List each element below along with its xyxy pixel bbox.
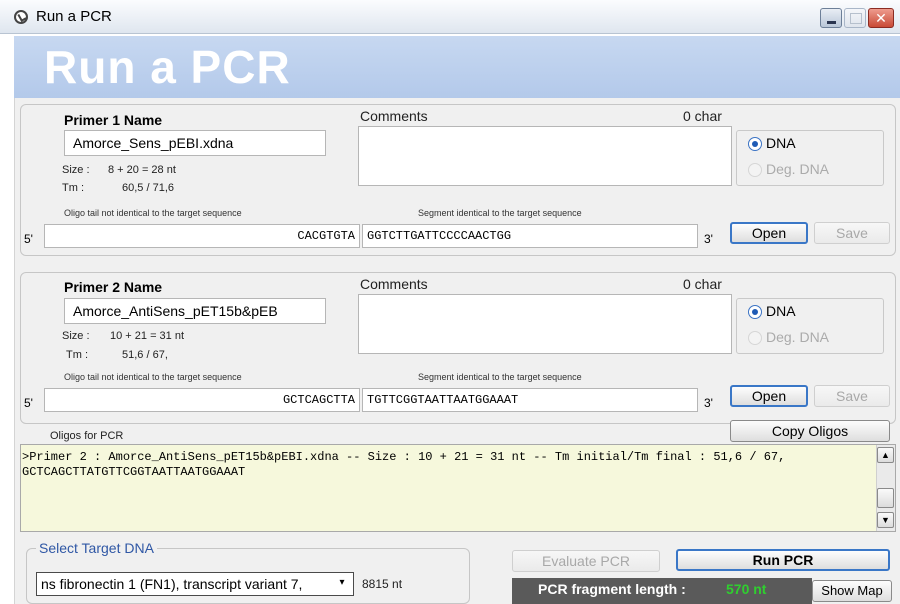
primer1-char-count: 0 char [683,108,722,124]
primer1-comments-label: Comments [360,108,428,124]
primer1-size-value: 8 + 20 = 28 nt [108,164,176,176]
primer2-tail-sequence[interactable]: GCTCAGCTTA [44,388,360,412]
app-icon [14,10,28,24]
primer2-dna-radio[interactable] [748,305,762,319]
primer1-deg-dna-radio[interactable] [748,163,762,177]
primer2-comments-label: Comments [360,276,428,292]
primer1-name-field[interactable]: Amorce_Sens_pEBI.xdna [64,130,326,156]
primer2-segment-sequence[interactable]: TGTTCGGTAATTAATGGAAAT [362,388,698,412]
scroll-thumb[interactable] [877,488,894,508]
primer2-char-count: 0 char [683,276,722,292]
target-dna-select[interactable]: ns fibronectin 1 (FN1), transcript varia… [36,572,354,596]
primer2-tm-label: Tm : [66,349,88,361]
copy-oligos-button[interactable]: Copy Oligos [730,420,890,442]
primer1-tail-sequence[interactable]: CACGTGTA [44,224,360,248]
primer2-open-button[interactable]: Open [730,385,808,407]
show-map-button[interactable]: Show Map [812,580,892,602]
maximize-button[interactable] [844,8,866,28]
primer2-dna-label: DNA [766,303,796,319]
primer2-deg-dna-label: Deg. DNA [766,329,830,345]
run-pcr-button[interactable]: Run PCR [676,549,890,571]
minimize-button[interactable] [820,8,842,28]
primer2-size-value: 10 + 21 = 31 nt [110,330,185,342]
primer2-name-field[interactable]: Amorce_AntiSens_pET15b&pEB [64,298,326,324]
primer2-name-label: Primer 2 Name [64,279,163,295]
primer1-five-prime: 5' [24,232,33,246]
primer2-size-label: Size : [62,330,90,342]
oligos-label: Oligos for PCR [50,430,124,442]
scroll-up-icon[interactable]: ▲ [877,447,894,463]
primer1-comments-box[interactable] [358,126,732,186]
primer1-tm-value: 60,5 / 71,6 [122,182,174,194]
primer1-deg-dna-label: Deg. DNA [766,161,830,177]
primer1-tm-label: Tm : [62,182,84,194]
fragment-length-value: 570 nt [726,581,767,597]
primer1-segment-caption: Segment identical to the target sequence [418,208,582,218]
primer1-three-prime: 3' [704,232,713,246]
title-bar [0,0,900,34]
primer2-five-prime: 5' [24,396,33,410]
banner-title: Run a PCR [44,41,291,93]
close-button[interactable]: ✕ [868,8,894,28]
primer2-save-button[interactable]: Save [814,385,890,407]
primer2-tail-caption: Oligo tail not identical to the target s… [64,372,242,382]
primer2-tm-value: 51,6 / 67, [122,349,168,361]
primer1-dna-label: DNA [766,135,796,151]
primer1-open-button[interactable]: Open [730,222,808,244]
primer2-deg-dna-radio[interactable] [748,331,762,345]
scroll-down-icon[interactable]: ▼ [877,512,894,528]
fragment-length-label: PCR fragment length : [538,581,686,597]
primer2-three-prime: 3' [704,396,713,410]
target-dna-size: 8815 nt [362,577,403,591]
primer1-name-label: Primer 1 Name [64,112,163,128]
primer1-save-button[interactable]: Save [814,222,890,244]
evaluate-pcr-button[interactable]: Evaluate PCR [512,550,660,572]
chevron-down-icon[interactable]: ▾ [334,575,350,591]
primer2-segment-caption: Segment identical to the target sequence [418,372,582,382]
window-title: Run a PCR [36,8,112,25]
primer1-size-label: Size : [62,164,90,176]
primer2-comments-box[interactable] [358,294,732,354]
target-dna-legend: Select Target DNA [36,540,157,556]
primer1-tail-caption: Oligo tail not identical to the target s… [64,208,242,218]
oligos-text: >Primer 2 : Amorce_AntiSens_pET15b&pEBI.… [22,450,786,479]
primer1-segment-sequence[interactable]: GGTCTTGATTCCCCAACTGG [362,224,698,248]
primer1-dna-radio[interactable] [748,137,762,151]
